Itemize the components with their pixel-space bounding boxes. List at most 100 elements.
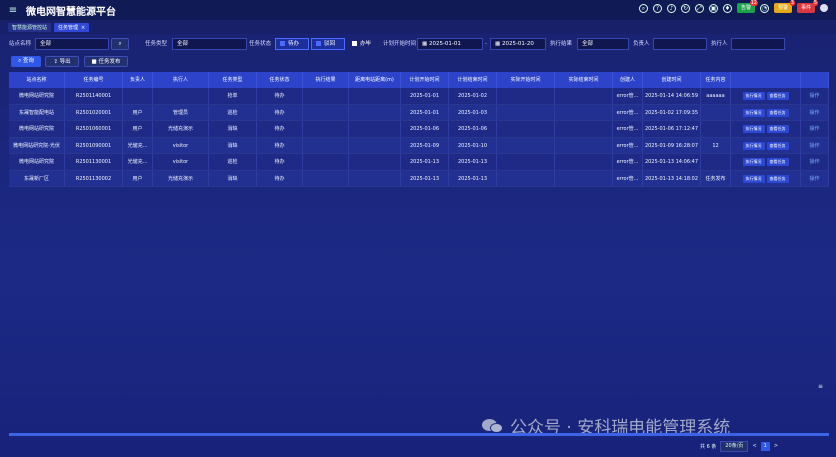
execution-status-button[interactable]: 执行情况 <box>742 108 765 117</box>
total-count: 共 6 条 <box>700 443 717 450</box>
station-select[interactable]: 全部 <box>35 38 109 50</box>
col-result[interactable]: 执行结果 <box>303 72 349 88</box>
table-cell: 任务发布 <box>701 170 731 186</box>
tab-task-management[interactable]: 任务管理 × <box>54 22 90 32</box>
view-task-button[interactable]: 查看任务 <box>766 141 789 150</box>
plan-time-label: 计划开始时间 <box>383 41 417 47</box>
table-cell <box>555 104 613 120</box>
user-avatar-icon[interactable] <box>820 4 828 12</box>
calendar-icon: ▦ <box>422 41 429 47</box>
task-type-select[interactable]: 全部 <box>172 38 247 50</box>
checkbox-icon <box>352 41 357 46</box>
filter-bar: 站点名称 全部 ⌕ 任务类型 全部 任务状态 待办 驳回 办毕 计划开始时间 ▦… <box>9 36 829 56</box>
operation-dropdown[interactable]: 操作 <box>801 104 829 120</box>
table-cell: 2025-01-10 <box>449 137 497 153</box>
table-cell: 待办 <box>257 88 303 104</box>
col-plan-end: 计划结束时间 <box>449 72 497 88</box>
row-actions: 执行情况 查看任务 <box>731 154 801 170</box>
col-distance: 距离电站距离(m) <box>349 72 401 88</box>
refresh-icon[interactable]: ↻ <box>680 3 690 13</box>
view-task-button[interactable]: 查看任务 <box>766 108 789 117</box>
table-cell <box>303 88 349 104</box>
event-count: 5 <box>812 0 818 6</box>
shirt-icon[interactable]: ♦ <box>722 3 732 13</box>
hamburger-icon[interactable]: ≡ <box>6 5 20 16</box>
operation-dropdown[interactable]: 操作 <box>801 121 829 137</box>
search-icon[interactable]: ⌕ <box>638 3 648 13</box>
table-cell <box>349 137 401 153</box>
col-task-type[interactable]: 任务类型 <box>209 72 257 88</box>
app-title: 微电网智慧能源平台 <box>26 6 116 18</box>
table-cell: error管... <box>613 170 643 186</box>
export-button[interactable]: ⇪ 导出 <box>45 56 79 67</box>
table-cell: 光储充... <box>123 154 153 170</box>
event-badge[interactable]: 事件 5 <box>796 0 818 13</box>
table-cell: 2025-01-13 14:18:02 <box>643 170 701 186</box>
execution-status-button[interactable]: 执行情况 <box>742 92 765 100</box>
operation-dropdown[interactable]: 操作 <box>801 88 829 104</box>
bell-icon[interactable]: ◔ <box>759 3 769 13</box>
operation-dropdown[interactable]: 操作 <box>801 154 829 170</box>
table-cell <box>349 104 401 120</box>
owner-input[interactable] <box>653 38 707 50</box>
date-from-input[interactable]: ▦ 2025-01-01 <box>417 38 483 50</box>
execution-status-button[interactable]: 执行情况 <box>742 174 765 183</box>
alarm-badge[interactable]: 告警 12 <box>736 0 758 13</box>
view-task-button[interactable]: 查看任务 <box>766 174 789 183</box>
checkbox-icon <box>280 41 285 46</box>
executor-input[interactable] <box>731 38 785 50</box>
calendar-icon: ▦ <box>495 41 502 47</box>
execution-status-button[interactable]: 执行情况 <box>742 141 765 150</box>
next-page-icon[interactable]: > <box>774 443 778 449</box>
col-create-time: 创建时间 <box>643 72 701 88</box>
table-cell: 2025-01-13 <box>401 154 449 170</box>
col-actions <box>731 72 801 88</box>
top-bar: ≡ 微电网智慧能源平台 ⌕ ? ♪ ↻ ⤢ ▣ ♦ 告警 12 ◔ 预警 3 事件 5 <box>0 0 836 20</box>
publish-task-button[interactable]: ■ 任务发布 <box>84 56 128 67</box>
warning-badge[interactable]: 预警 3 <box>773 0 795 13</box>
table-cell <box>497 121 555 137</box>
page-size-select[interactable]: 20条/页 <box>720 440 749 452</box>
view-task-button[interactable]: 查看任务 <box>766 158 789 166</box>
table-cell <box>701 154 731 170</box>
execution-status-button[interactable]: 执行情况 <box>742 125 765 133</box>
table-cell: 巡检 <box>209 154 257 170</box>
station-search-button[interactable]: ⌕ <box>111 38 129 50</box>
table-cell: 用户 <box>123 121 153 137</box>
close-icon[interactable]: × <box>81 25 85 31</box>
collapse-icon[interactable]: ≡ <box>818 383 823 390</box>
sound-icon[interactable]: ♪ <box>666 3 676 13</box>
help-icon[interactable]: ? <box>652 3 662 13</box>
horizontal-scrollbar[interactable] <box>9 433 829 436</box>
table-header: 站点名称 任务编号 负责人 执行人 任务类型 任务状态 执行结果 距离电站距离(… <box>9 72 829 88</box>
table-cell: error管... <box>613 137 643 153</box>
table-cell: 2025-01-06 <box>449 121 497 137</box>
page-tabs: 智慧能源管控站 任务管理 × <box>0 20 836 34</box>
table-row: 微电网站研究院 R2501060001 用户 光储充演示 消缺 待办 2025-01-06 2… <box>9 121 829 138</box>
result-select[interactable]: 全部 <box>577 38 629 50</box>
status-reject-checkbox[interactable]: 驳回 <box>311 38 345 50</box>
owner-label: 负责人 <box>633 41 650 47</box>
page-current[interactable]: 1 <box>760 441 770 451</box>
status-done-checkbox[interactable]: 办毕 <box>347 38 377 50</box>
col-actual-start: 实际开始时间 <box>497 72 555 88</box>
col-task-status: 任务状态 <box>257 72 303 88</box>
operation-dropdown[interactable]: 操作 <box>801 137 829 153</box>
table-cell <box>349 154 401 170</box>
table-row: 东晟新厂区 R2501130002 用户 光储充演示 消缺 待办 2025-01-13 202… <box>9 170 829 187</box>
screen-icon[interactable]: ▣ <box>708 3 718 13</box>
date-to-input[interactable]: ▦ 2025-01-20 <box>490 38 546 50</box>
table-cell: 待办 <box>257 137 303 153</box>
operation-dropdown[interactable]: 操作 <box>801 170 829 186</box>
col-station: 站点名称 <box>9 72 65 88</box>
tab-home[interactable]: 智慧能源管控站 <box>8 22 52 32</box>
table-cell: 待办 <box>257 104 303 120</box>
view-task-button[interactable]: 查看任务 <box>766 125 789 133</box>
query-button[interactable]: ⌕ 查询 <box>11 56 41 67</box>
execution-status-button[interactable]: 执行情况 <box>742 158 765 166</box>
fullscreen-icon[interactable]: ⤢ <box>694 3 704 13</box>
view-task-button[interactable]: 查看任务 <box>766 92 789 100</box>
table-cell: error管... <box>613 104 643 120</box>
status-todo-checkbox[interactable]: 待办 <box>275 38 309 50</box>
prev-page-icon[interactable]: < <box>752 443 756 449</box>
